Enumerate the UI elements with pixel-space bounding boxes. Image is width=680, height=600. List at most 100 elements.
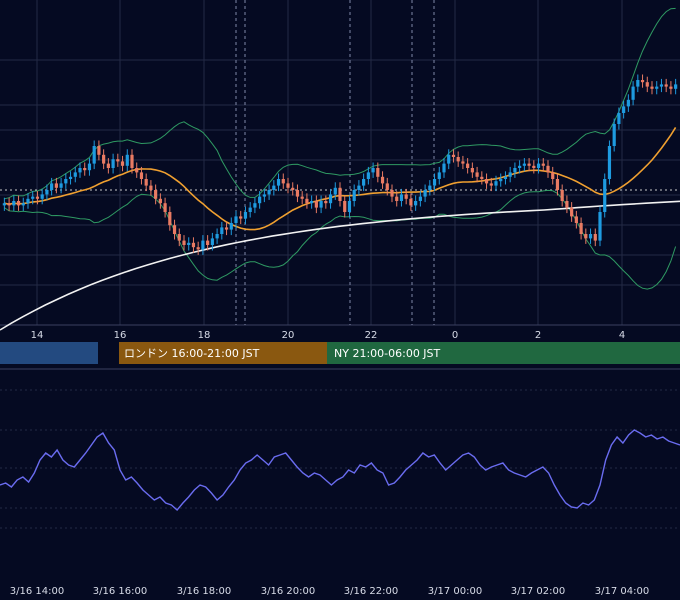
candle-body [484,179,489,184]
candle-body [366,172,370,179]
x-tick-label: 0 [452,330,458,341]
candle-body [210,238,214,245]
candle-body [163,203,167,212]
candle-body [168,212,172,226]
candle-body [215,234,219,239]
candle-body [371,168,375,173]
candle-body [560,190,564,201]
candle-body [26,198,30,204]
candle-body [135,168,139,173]
time-tick-label: 3/16 14:00 [10,586,64,597]
time-tick-label: 3/16 16:00 [93,586,147,597]
candle-body [59,183,63,188]
candle-body [579,223,583,234]
candle-body [390,190,394,197]
candle-body [432,179,437,186]
candle-body [574,216,578,223]
candle-body [607,146,612,179]
time-tick-label: 3/16 18:00 [177,586,231,597]
candle-body [125,154,129,166]
time-tick-label: 3/16 20:00 [261,586,315,597]
candle-body [7,203,11,206]
candle-body [357,185,361,190]
candle-body [187,242,191,245]
candle-body [347,201,352,212]
candle-body [669,86,673,89]
candle-body [451,154,456,157]
candle-body [518,165,522,168]
candle-body [475,172,479,177]
candle-body [541,163,545,166]
candle-body [243,212,248,219]
candle-body [206,240,210,245]
candle-body [139,172,144,179]
candle-body [380,176,385,184]
candle-body [612,124,616,146]
candle-body [480,176,484,179]
candle-body [338,187,342,201]
x-tick-label: 22 [365,330,378,341]
candle-body [12,201,16,206]
candle-body [40,194,44,199]
candle-body [220,227,224,234]
candle-body [291,187,295,190]
candle-body [239,216,243,219]
session-ny-label: NY 21:00-06:00 JST [334,347,441,360]
candle-body [588,234,593,239]
candle-body [130,154,134,168]
x-tick-label: 14 [31,330,44,341]
candle-body [73,172,77,177]
candle-body [636,80,640,87]
candle-body [650,86,654,89]
candle-body [659,84,664,87]
candle-body [640,80,645,83]
candle-body [418,196,422,201]
candle-body [362,179,366,186]
candle-body [395,196,399,201]
candle-body [333,187,337,195]
candle-body [513,168,517,173]
candle-body [461,161,465,164]
candle-body [352,190,356,201]
candle-body [570,207,574,217]
candle-body [655,86,659,89]
candle-body [527,163,531,166]
x-tick-label: 2 [535,330,541,341]
candle-body [319,201,323,208]
candle-body [97,146,101,155]
candle-body [664,84,668,87]
candle-body [645,82,649,87]
candle-body [35,196,40,199]
candle-body [536,163,541,168]
x-tick-label: 4 [619,330,625,341]
candle-body [295,190,300,197]
x-tick-label: 16 [114,330,127,341]
candle-body [201,240,205,250]
candle-body [385,183,389,190]
candle-body [276,179,281,186]
candle-body [399,194,404,201]
candle-body [622,106,626,113]
candle-body [489,183,493,186]
candle-body [50,183,54,190]
candle-body [102,154,106,164]
candle-body [508,172,512,177]
candle-body [404,194,408,199]
candle-body [603,179,607,212]
candle-body [31,196,35,199]
candle-body [83,168,87,171]
candle-body [45,190,49,195]
candle-body [617,113,621,124]
session-london-label: ロンドン 16:00-21:00 JST [124,347,260,360]
candle-body [499,179,503,182]
candle-body [532,165,536,168]
candle-body [258,196,262,204]
candle-body [106,163,110,168]
candle-body [87,163,92,171]
candle-body [267,190,271,195]
candle-body [522,163,526,166]
candle-body [593,234,597,241]
candle-body [456,157,460,162]
candle-body [177,234,181,241]
candle-body [442,163,446,173]
